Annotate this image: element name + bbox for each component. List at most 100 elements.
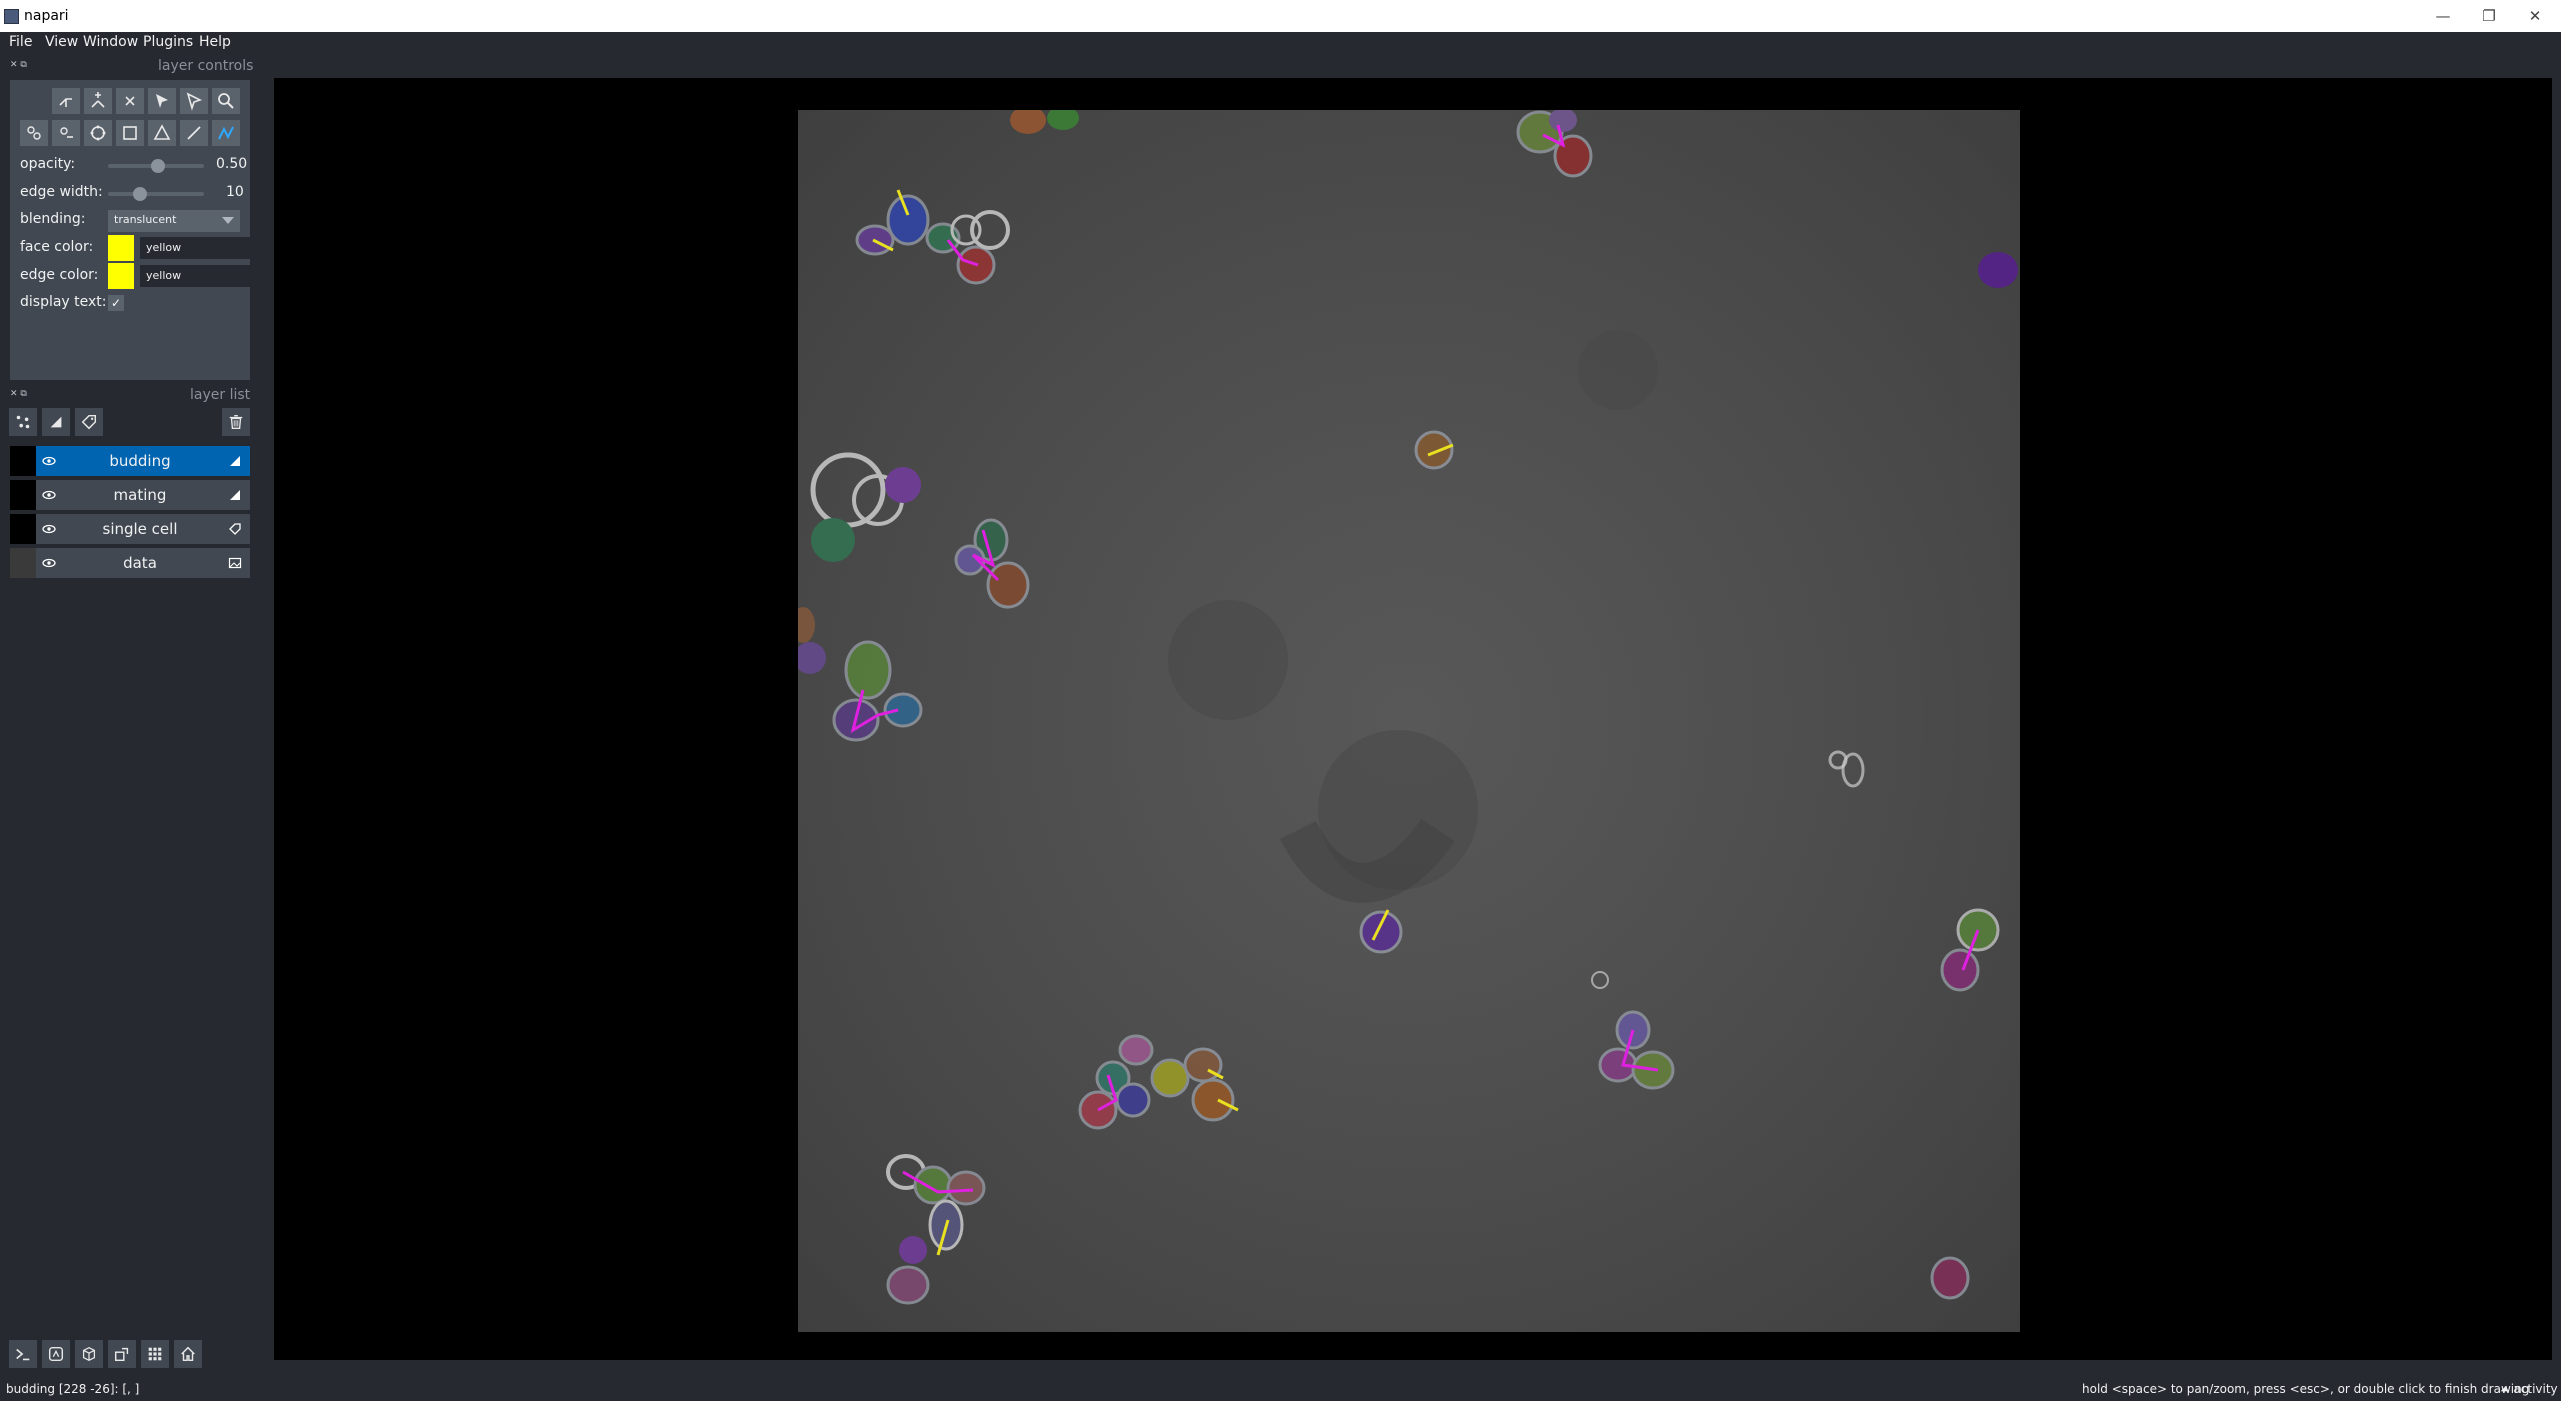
layer-thumbnail <box>10 446 36 476</box>
edge-color-input[interactable]: yellow <box>140 265 250 287</box>
eye-icon[interactable] <box>42 556 56 570</box>
zoom-icon[interactable] <box>212 88 240 114</box>
restore-button[interactable]: ❐ <box>2467 4 2511 28</box>
face-color-input[interactable]: yellow <box>140 237 250 259</box>
window-titlebar: napari — ❐ ✕ <box>0 0 2561 32</box>
vertical-scrollbar[interactable] <box>2552 78 2561 1360</box>
layer-list-dock-icons[interactable]: ✕ ⧉ <box>10 389 27 399</box>
activity-label: activity <box>2513 1382 2558 1396</box>
dock-close-float-icons[interactable]: ✕ ⧉ <box>10 60 27 70</box>
napari-app-icon <box>4 9 19 24</box>
toggle-ndisplay-button[interactable] <box>42 1340 70 1368</box>
insert-vertex-icon[interactable] <box>20 120 48 146</box>
ellipse-icon[interactable] <box>84 120 112 146</box>
opacity-value[interactable]: 0.50 <box>216 156 247 172</box>
menu-plugins[interactable]: Plugins <box>143 34 193 50</box>
trash-icon <box>229 415 243 429</box>
menu-bar: File View Window Plugins Help <box>0 32 2561 54</box>
menu-file[interactable]: File <box>9 34 32 50</box>
reset-view-button[interactable] <box>174 1340 202 1368</box>
home-icon <box>181 1346 195 1362</box>
cell-annotations <box>798 110 2020 1332</box>
edge-width-label: edge width: <box>20 184 103 200</box>
blending-value: translucent <box>114 213 177 226</box>
layer-row-budding[interactable]: budding <box>10 446 250 476</box>
move-back-icon[interactable] <box>52 88 80 114</box>
viewer-canvas[interactable] <box>274 78 2561 1360</box>
layer-name[interactable]: mating <box>60 486 220 504</box>
delete-shape-icon[interactable] <box>116 88 144 114</box>
image-icon <box>228 557 242 569</box>
roll-dims-button[interactable] <box>75 1340 103 1368</box>
display-text-checkbox[interactable]: ✓ <box>108 295 124 311</box>
blending-label: blending: <box>20 211 86 227</box>
status-coordinates: budding [228 -26]: [, ] <box>6 1382 140 1396</box>
2d-3d-icon <box>48 1346 64 1362</box>
shapes-icon <box>230 456 240 466</box>
eye-icon[interactable] <box>42 522 56 536</box>
polygon-icon[interactable] <box>148 120 176 146</box>
window-title: napari <box>24 8 69 24</box>
layer-row-mating[interactable]: mating <box>10 480 250 510</box>
grid-view-button[interactable] <box>141 1340 169 1368</box>
label-tag-icon <box>81 414 97 430</box>
status-bar: budding [228 -26]: [, ] hold <space> to … <box>0 1376 2561 1401</box>
edge-width-slider-handle[interactable] <box>133 187 147 201</box>
delete-layer-button[interactable] <box>222 408 250 436</box>
eye-icon[interactable] <box>42 454 56 468</box>
blending-dropdown[interactable]: translucent <box>108 210 240 232</box>
edge-width-value[interactable]: 10 <box>226 184 244 200</box>
layer-list-title: layer list <box>190 387 251 403</box>
minimize-button[interactable]: — <box>2421 4 2465 28</box>
select-icon[interactable] <box>148 88 176 114</box>
layer-row-data[interactable]: data <box>10 548 250 578</box>
face-color-label: face color: <box>20 239 94 255</box>
layer-name[interactable]: budding <box>60 452 220 470</box>
cube-icon <box>82 1346 96 1362</box>
status-hint: hold <space> to pan/zoom, press <esc>, o… <box>2082 1382 2530 1396</box>
path-icon[interactable] <box>212 120 240 146</box>
label-tag-icon <box>229 523 241 535</box>
menu-help[interactable]: Help <box>199 34 231 50</box>
menu-window[interactable]: Window <box>83 34 138 50</box>
face-color-swatch[interactable] <box>108 235 134 261</box>
console-icon <box>16 1348 30 1361</box>
remove-vertex-icon[interactable] <box>52 120 80 146</box>
layer-thumbnail <box>10 480 36 510</box>
layer-row-single-cell[interactable]: single cell <box>10 514 250 544</box>
layer-controls-title: layer controls <box>158 58 254 74</box>
display-text-label: display text: <box>20 294 107 310</box>
layer-thumbnail <box>10 514 36 544</box>
new-labels-layer-button[interactable] <box>75 408 103 436</box>
edge-width-slider[interactable] <box>108 192 204 196</box>
activity-button[interactable]: ⏶ activity <box>2500 1382 2558 1397</box>
layer-name[interactable]: single cell <box>60 520 220 538</box>
direct-select-icon[interactable] <box>180 88 208 114</box>
menu-view[interactable]: View <box>45 34 78 50</box>
layer-name[interactable]: data <box>60 554 220 572</box>
transpose-button[interactable] <box>108 1340 136 1368</box>
opacity-label: opacity: <box>20 156 76 172</box>
eye-icon[interactable] <box>42 488 56 502</box>
grid-icon <box>148 1347 162 1361</box>
shapes-icon <box>50 416 62 428</box>
close-button[interactable]: ✕ <box>2513 4 2557 28</box>
edge-color-label: edge color: <box>20 267 99 283</box>
rectangle-icon[interactable] <box>116 120 144 146</box>
line-icon[interactable] <box>180 120 208 146</box>
transpose-icon <box>114 1347 129 1362</box>
new-points-layer-button[interactable] <box>9 408 37 436</box>
layer-thumbnail <box>10 548 36 578</box>
chevron-up-icon: ⏶ <box>2500 1382 2514 1396</box>
layer-controls-panel: opacity: 0.50 edge width: 10 blending: t… <box>10 80 250 380</box>
new-shapes-layer-button[interactable] <box>42 408 70 436</box>
edge-color-swatch[interactable] <box>108 263 134 289</box>
left-dock-panel: ✕ ⧉ layer controls opacity: 0.50 edge wi… <box>0 56 262 1368</box>
move-front-icon[interactable] <box>84 88 112 114</box>
points-icon <box>16 415 30 429</box>
opacity-slider-handle[interactable] <box>151 159 165 173</box>
microscopy-image[interactable] <box>798 110 2020 1332</box>
shapes-icon <box>230 490 240 500</box>
console-button[interactable] <box>9 1340 37 1368</box>
chevron-down-icon <box>222 217 234 224</box>
